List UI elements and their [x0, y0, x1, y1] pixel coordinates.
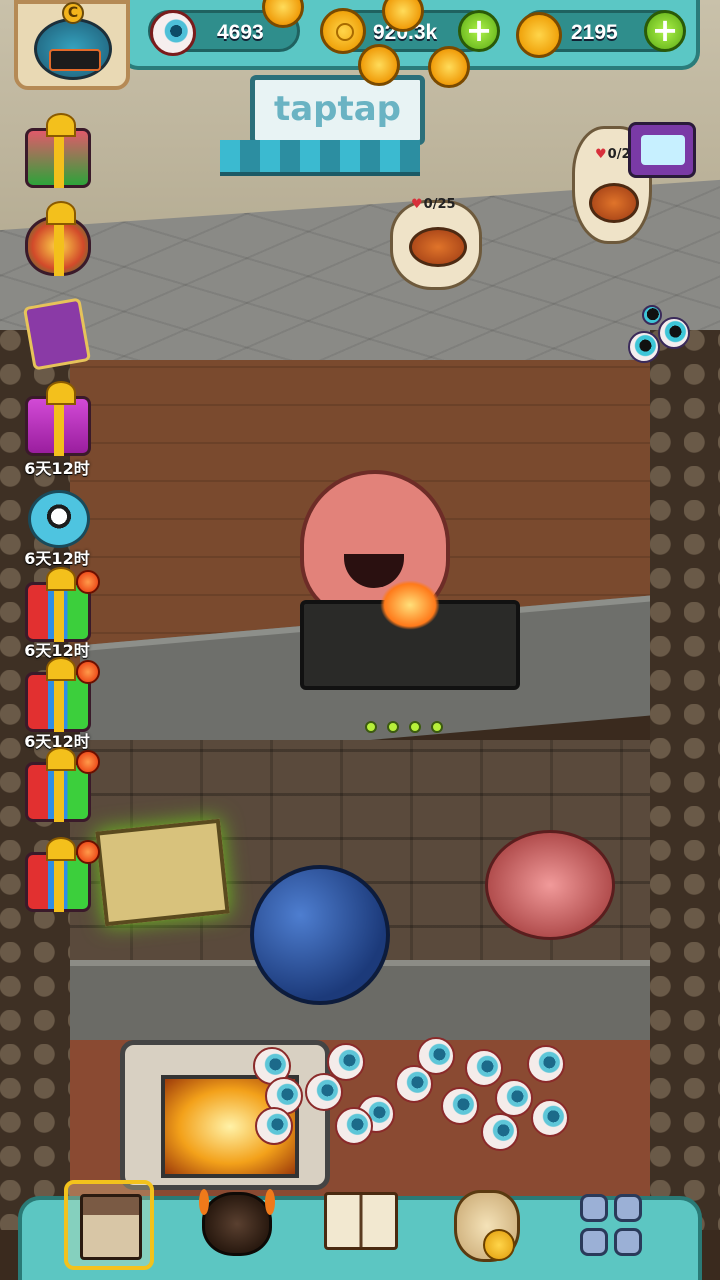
event-item[interactable]	[22, 837, 100, 914]
pizza-icon	[589, 183, 639, 223]
order-heart-count: 0/25	[411, 197, 456, 212]
fire-icon	[380, 580, 440, 630]
event-item[interactable]	[22, 381, 94, 458]
eyeball-count: 4693	[217, 21, 264, 44]
nav-book-button[interactable]	[316, 1180, 406, 1270]
card-collection-button[interactable]	[22, 296, 94, 371]
rank-badge: C	[62, 2, 84, 24]
eyes-event-button[interactable]	[628, 305, 698, 369]
game-scene[interactable]: taptap 0/25 0/2	[0, 0, 720, 1280]
nav-bag-button[interactable]	[442, 1180, 532, 1270]
nav-shop-button[interactable]	[64, 1180, 154, 1270]
eyeball-pile[interactable]	[245, 1035, 575, 1155]
flying-coin-icon	[358, 44, 400, 86]
nav-menu-button[interactable]	[566, 1180, 656, 1270]
rock-wall	[650, 330, 720, 1230]
premium-count: 2195	[571, 21, 618, 44]
shop-icon	[80, 1194, 142, 1260]
event-item[interactable]	[22, 567, 100, 644]
video-ad-button[interactable]	[628, 122, 696, 178]
coin-icon	[320, 8, 366, 54]
event-timer: 6天12时	[24, 549, 90, 568]
order-heart-count: 0/2	[595, 147, 631, 162]
event-item[interactable]	[22, 657, 100, 734]
progress-lights	[365, 720, 465, 734]
dish-icon	[409, 227, 467, 267]
order-bubble[interactable]: 0/25	[390, 197, 482, 290]
add-coins-button[interactable]: +	[458, 10, 500, 52]
notification-dot	[76, 750, 100, 774]
monster-avatar-icon	[34, 18, 112, 80]
coin-bag-icon	[454, 1190, 520, 1262]
purple-gift-icon	[25, 381, 91, 456]
blue-sleeping-monster[interactable]	[250, 865, 390, 1005]
notification-dot	[76, 660, 100, 684]
monster-icon	[199, 1189, 275, 1256]
shop-sign: taptap	[250, 75, 425, 145]
meat-gift-button[interactable]	[22, 113, 94, 190]
notification-dot	[76, 840, 100, 864]
nav-monster-button[interactable]	[192, 1180, 282, 1270]
player-avatar[interactable]: C	[14, 0, 130, 90]
flower-gift-icon	[25, 201, 91, 276]
glowing-book[interactable]	[95, 818, 230, 927]
coin-sack-icon	[516, 12, 562, 58]
cyan-monster-icon	[28, 490, 90, 548]
flying-coin-icon	[428, 46, 470, 88]
shop-awning	[220, 140, 420, 176]
grid-menu-icon	[580, 1194, 642, 1256]
eyeball-icon	[150, 10, 196, 56]
cards-icon	[22, 297, 92, 371]
flower-gift-button[interactable]	[22, 201, 94, 278]
event-item[interactable]	[22, 482, 94, 554]
event-item[interactable]	[22, 747, 100, 824]
meat-gift-icon	[25, 113, 91, 188]
notification-dot	[76, 570, 100, 594]
event-timer: 6天12时	[24, 459, 90, 478]
add-premium-button[interactable]: +	[644, 10, 686, 52]
pink-monster[interactable]	[485, 830, 615, 940]
book-icon	[324, 1192, 398, 1250]
